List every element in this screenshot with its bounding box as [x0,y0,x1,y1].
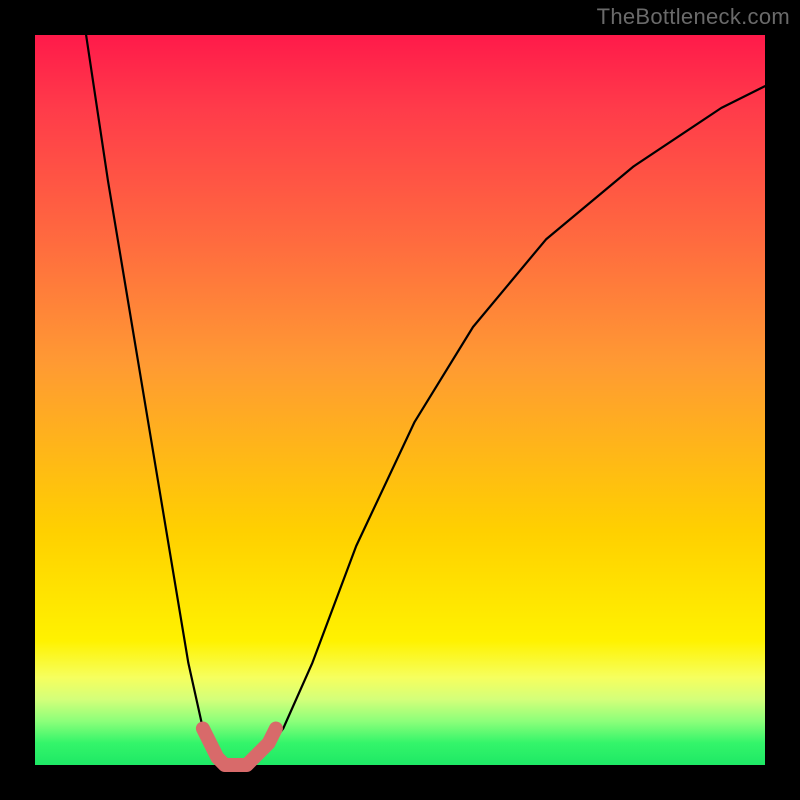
chart-frame: TheBottleneck.com [0,0,800,800]
watermark-text: TheBottleneck.com [597,4,790,30]
curve-svg [35,35,765,765]
bottleneck-curve-path [86,35,765,765]
plot-area [35,35,765,765]
highlight-segment-path [203,729,276,766]
